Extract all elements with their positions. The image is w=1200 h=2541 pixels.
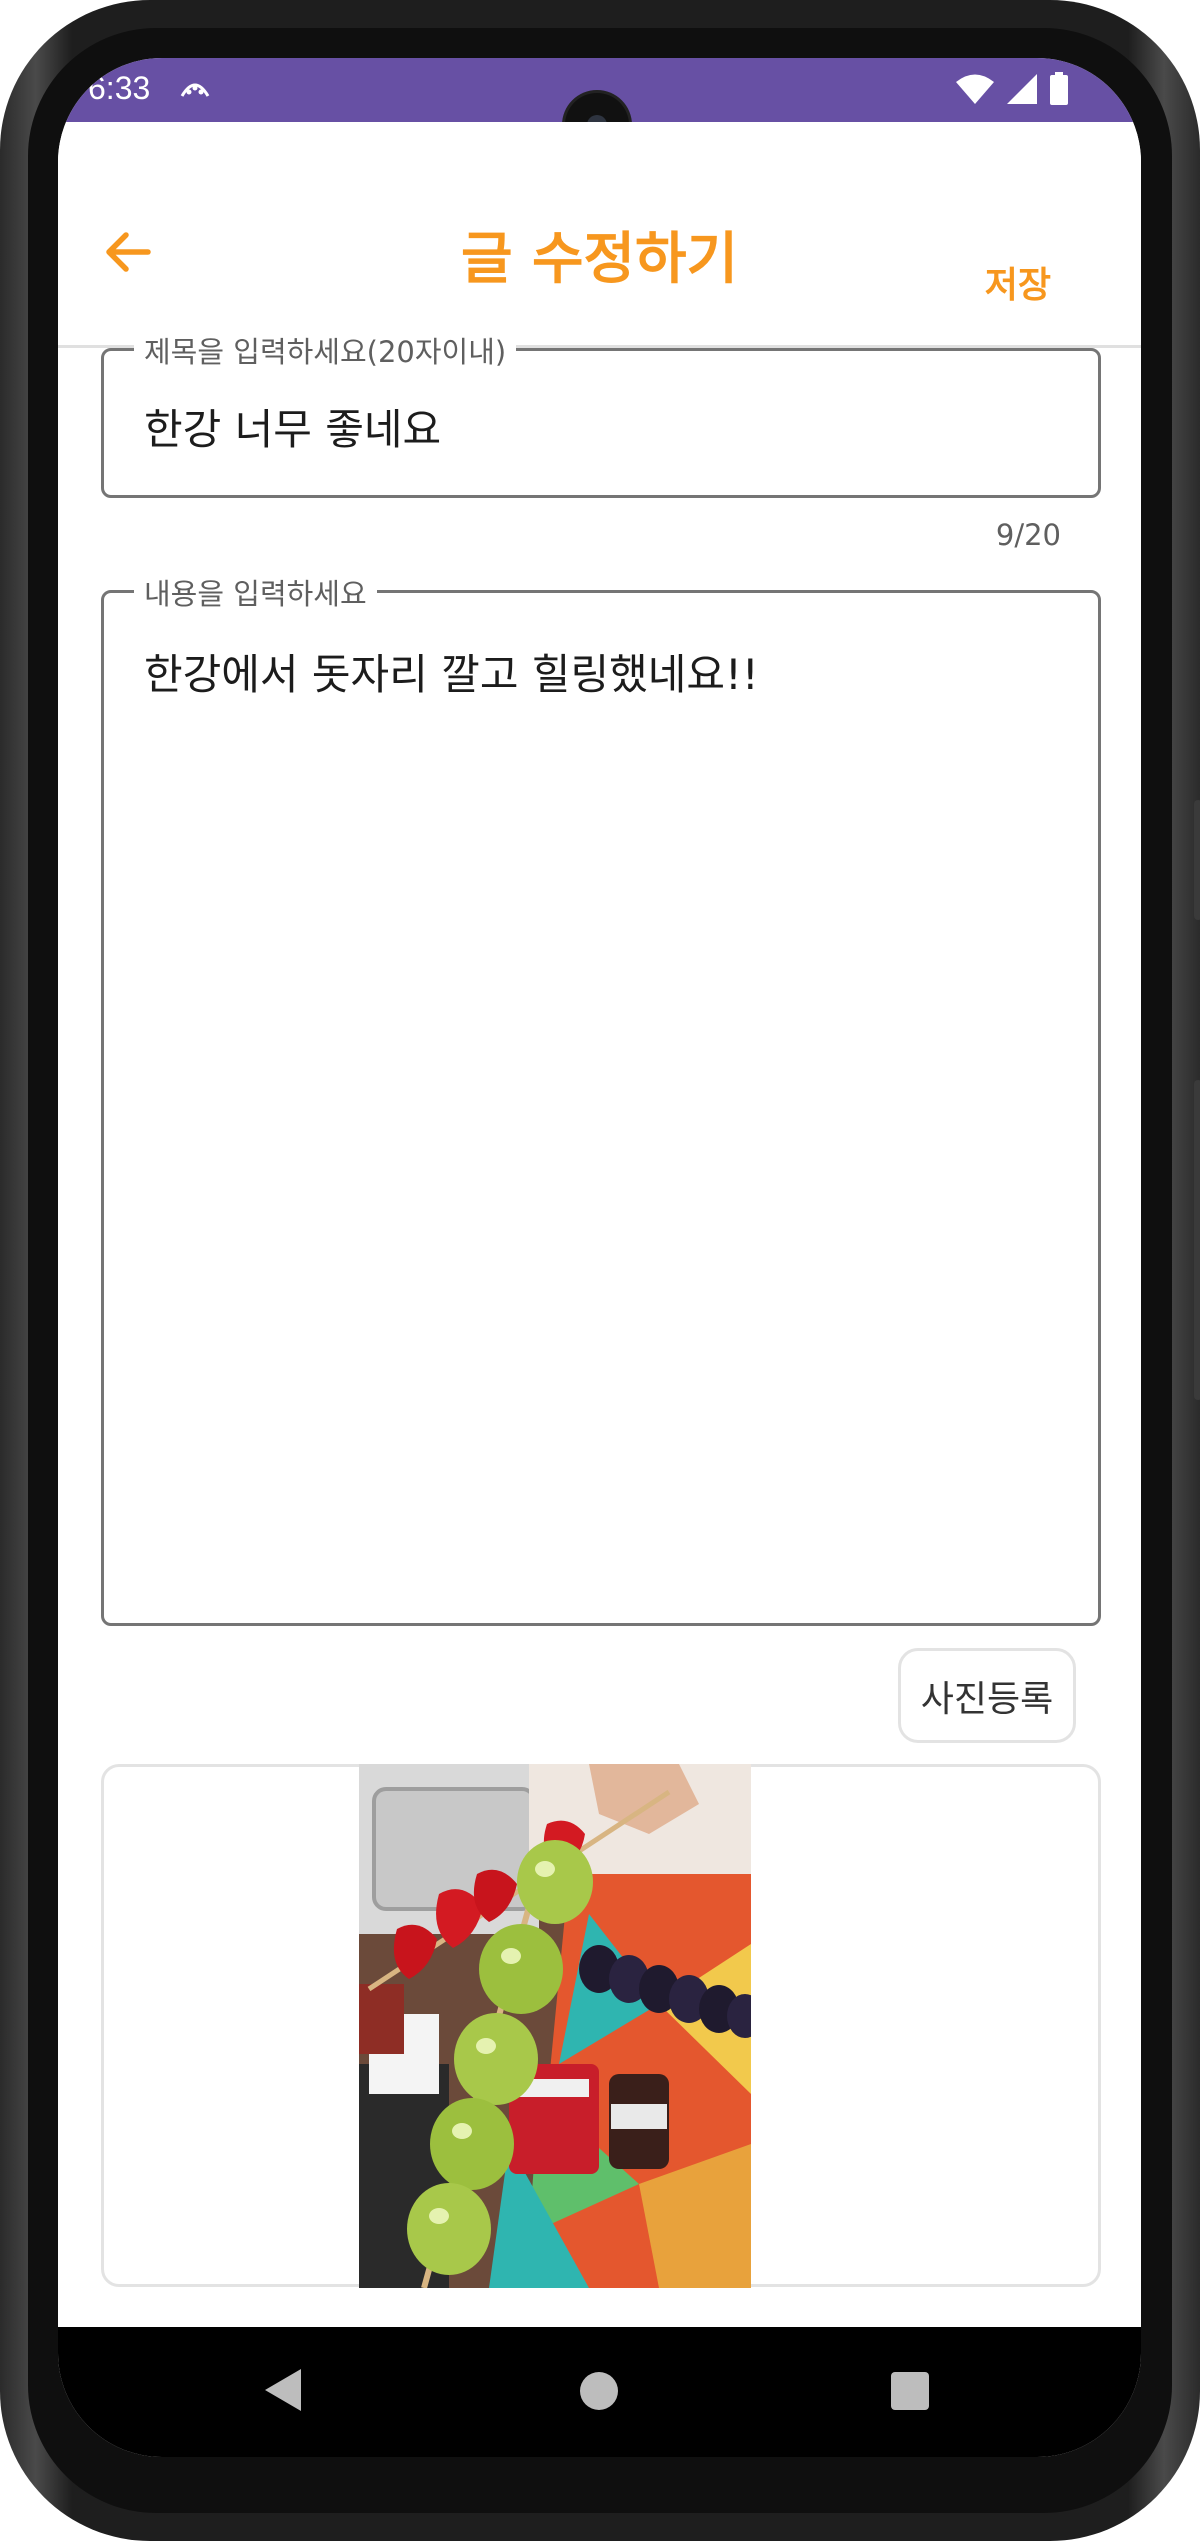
- phone-stage: 6:33 글 수정하기 저장 제목을 입력하세요(20자이내) 한강 너무 좋네…: [0, 0, 1200, 2541]
- title-input-value[interactable]: 한강 너무 좋네요: [144, 396, 441, 457]
- page-title: 글 수정하기: [460, 227, 739, 292]
- content-textarea-label: 내용을 입력하세요: [134, 571, 377, 613]
- app-bar: 글 수정하기 저장: [58, 122, 1141, 348]
- power-button: [1194, 1080, 1200, 1400]
- content-textarea-value[interactable]: 한강에서 돗자리 깔고 힐링했네요!!: [144, 641, 759, 702]
- title-input-label: 제목을 입력하세요(20자이내): [134, 329, 517, 371]
- save-button[interactable]: 저장: [985, 256, 1051, 308]
- nav-home-icon[interactable]: [580, 2372, 618, 2410]
- title-input[interactable]: 제목을 입력하세요(20자이내) 한강 너무 좋네요: [101, 329, 1101, 498]
- status-icons: [955, 72, 1069, 106]
- status-time: 6:33: [88, 70, 151, 106]
- system-nav-bar: [58, 2327, 1141, 2457]
- signal-icon: [1007, 74, 1037, 104]
- notification-icon: [180, 78, 210, 102]
- volume-button: [1194, 800, 1200, 920]
- title-char-counter: 9/20: [995, 518, 1061, 552]
- register-photo-button[interactable]: 사진등록: [898, 1648, 1076, 1743]
- wifi-icon: [956, 74, 994, 104]
- nav-back-icon[interactable]: [263, 2367, 303, 2413]
- battery-icon: [1050, 72, 1068, 105]
- app-screen: 6:33 글 수정하기 저장 제목을 입력하세요(20자이내) 한강 너무 좋네…: [58, 58, 1141, 2457]
- content-textarea[interactable]: 내용을 입력하세요 한강에서 돗자리 깔고 힐링했네요!!: [101, 571, 1101, 1626]
- nav-recents-icon[interactable]: [891, 2372, 929, 2410]
- photo-preview-image[interactable]: [359, 1764, 751, 2288]
